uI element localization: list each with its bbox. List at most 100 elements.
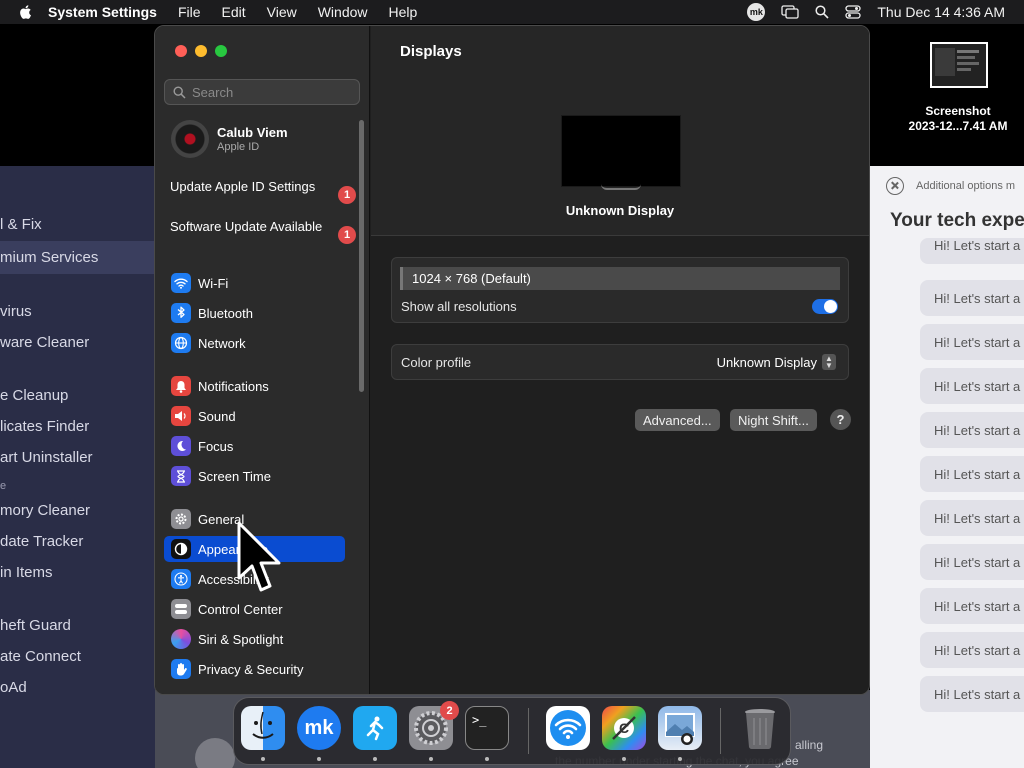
chat-message: Hi! Let's start a: [920, 324, 1024, 360]
gear-icon: [171, 509, 191, 529]
page-title: Displays: [400, 43, 462, 60]
spotlight-search-icon[interactable]: [815, 5, 829, 19]
moon-icon: [171, 436, 191, 456]
show-all-resolutions-toggle[interactable]: [812, 299, 838, 314]
control-center-icon: [171, 599, 191, 619]
night-shift-button[interactable]: Night Shift...: [730, 409, 817, 431]
appearance-icon: [171, 539, 191, 559]
close-window-button[interactable]: [175, 45, 187, 57]
sidebar-item-network[interactable]: Network: [164, 330, 345, 356]
sidebar-item-screen-time[interactable]: Screen Time: [164, 463, 345, 489]
menu-file[interactable]: File: [178, 4, 201, 20]
notification-badge: 1: [338, 186, 356, 204]
menu-view[interactable]: View: [267, 4, 297, 20]
color-profile-label: Color profile: [401, 355, 472, 370]
hand-icon: [171, 659, 191, 679]
toolkit-icon: C: [612, 716, 636, 740]
dock-system-settings[interactable]: 2: [409, 701, 459, 750]
preview-icon: [665, 713, 695, 745]
bg-sidebar-item: licates Finder: [0, 418, 90, 435]
resolution-option-selected[interactable]: 1024 × 768 (Default): [400, 267, 840, 290]
sidebar-scrollbar[interactable]: [359, 120, 364, 392]
control-center-icon[interactable]: [845, 5, 862, 19]
bg-sidebar-item: ate Connect: [0, 648, 81, 665]
apple-logo-icon[interactable]: [18, 4, 34, 20]
show-all-resolutions-label: Show all resolutions: [401, 299, 517, 314]
advanced-button[interactable]: Advanced...: [635, 409, 720, 431]
sidebar-item-sound[interactable]: Sound: [164, 403, 345, 429]
globe-icon: [171, 333, 191, 353]
user-status-icon[interactable]: mk: [747, 3, 766, 21]
bg-sidebar-item: virus: [0, 303, 32, 320]
bg-sidebar-item: mium Services: [0, 249, 99, 266]
menu-clock[interactable]: Thu Dec 14 4:36 AM: [877, 4, 1005, 20]
display-name-label: Unknown Display: [565, 203, 675, 218]
sidebar-item-siri-spotlight[interactable]: Siri & Spotlight: [164, 626, 345, 652]
dock-mackeeper[interactable]: mk: [297, 706, 341, 750]
dock-toolkit[interactable]: C: [602, 706, 646, 750]
dock-terminal[interactable]: >_: [465, 706, 509, 750]
mackeeper-icon: mk: [304, 716, 334, 739]
dock-fitness[interactable]: [353, 706, 397, 750]
chat-heading: Your tech expe: [890, 210, 1024, 231]
search-input[interactable]: [192, 84, 352, 100]
sidebar-item-focus[interactable]: Focus: [164, 433, 345, 459]
zoom-window-button[interactable]: [215, 45, 227, 57]
chat-message: Hi! Let's start a: [920, 412, 1024, 448]
update-apple-id-item[interactable]: Update Apple ID Settings 1: [170, 179, 356, 204]
chat-message: Hi! Let's start a: [920, 632, 1024, 668]
sidebar-item-privacy-security[interactable]: Privacy & Security: [164, 656, 345, 682]
screenshot-file-label[interactable]: Screenshot 2023-12...7.41 AM: [890, 104, 1024, 134]
bell-icon: [171, 376, 191, 396]
chat-message: Hi! Let's start a: [920, 368, 1024, 404]
close-icon[interactable]: [886, 177, 904, 195]
sidebar-item-wifi[interactable]: Wi-Fi: [164, 270, 345, 296]
background-app-sidebar: l & Fix mium Services virus ware Cleaner…: [0, 166, 155, 768]
screenshot-file-thumbnail[interactable]: [930, 42, 988, 88]
screen-mirroring-icon[interactable]: [781, 5, 800, 19]
bg-sidebar-item: ware Cleaner: [0, 334, 90, 351]
help-button[interactable]: ?: [830, 409, 851, 430]
terminal-icon: >_: [472, 713, 487, 727]
dock-trash[interactable]: [738, 706, 782, 750]
mouse-cursor-icon: [237, 521, 281, 592]
dock: mk 2 >_ C: [233, 697, 791, 765]
color-profile-popup[interactable]: Unknown Display ▲ ▼: [717, 354, 836, 370]
bg-sidebar-item: e: [0, 480, 7, 492]
bg-sidebar-item: art Uninstaller: [0, 449, 93, 466]
menu-edit[interactable]: Edit: [222, 4, 246, 20]
notification-badge: 2: [440, 701, 459, 720]
bg-sidebar-item: l & Fix: [0, 216, 42, 233]
bg-sidebar-item: e Cleanup: [0, 387, 69, 404]
dock-preview[interactable]: [658, 706, 702, 750]
hourglass-icon: [171, 466, 191, 486]
dock-wireless-diagnostics[interactable]: [546, 706, 590, 750]
bg-sidebar-item: mory Cleaner: [0, 502, 91, 519]
bg-sidebar-item: heft Guard: [0, 617, 71, 634]
display-preview[interactable]: [562, 116, 680, 186]
menu-app-name[interactable]: System Settings: [48, 4, 157, 20]
apple-id-account[interactable]: Calub Viem Apple ID: [171, 120, 288, 158]
runner-icon: [366, 716, 384, 741]
search-field[interactable]: [164, 79, 360, 105]
background-chat-panel: Additional options m Your tech expe Hi! …: [870, 166, 1024, 768]
chat-message: Hi! Let's start a: [920, 676, 1024, 712]
chat-message: Hi! Let's start a: [920, 544, 1024, 580]
bluetooth-icon: [171, 303, 191, 323]
chat-message: Hi! Let's start a: [920, 500, 1024, 536]
menu-help[interactable]: Help: [389, 4, 418, 20]
chat-message: Hi! Let's start a: [920, 280, 1024, 316]
chat-message: Hi! Let's start a: [920, 456, 1024, 492]
sidebar-item-bluetooth[interactable]: Bluetooth: [164, 300, 345, 326]
displays-pane: Displays Unknown Display 1024 × 768 (Def…: [371, 26, 869, 694]
sidebar-item-notifications[interactable]: Notifications: [164, 373, 345, 399]
chat-message: Hi! Let's start a: [920, 588, 1024, 624]
minimize-window-button[interactable]: [195, 45, 207, 57]
notification-badge: 1: [338, 226, 356, 244]
chevron-up-down-icon: ▲ ▼: [822, 354, 836, 370]
menu-window[interactable]: Window: [318, 4, 368, 20]
dock-finder[interactable]: [241, 706, 285, 750]
sidebar-item-control-center[interactable]: Control Center: [164, 596, 345, 622]
accessibility-icon: [171, 569, 191, 589]
software-update-item[interactable]: Software Update Available 1: [170, 219, 356, 244]
